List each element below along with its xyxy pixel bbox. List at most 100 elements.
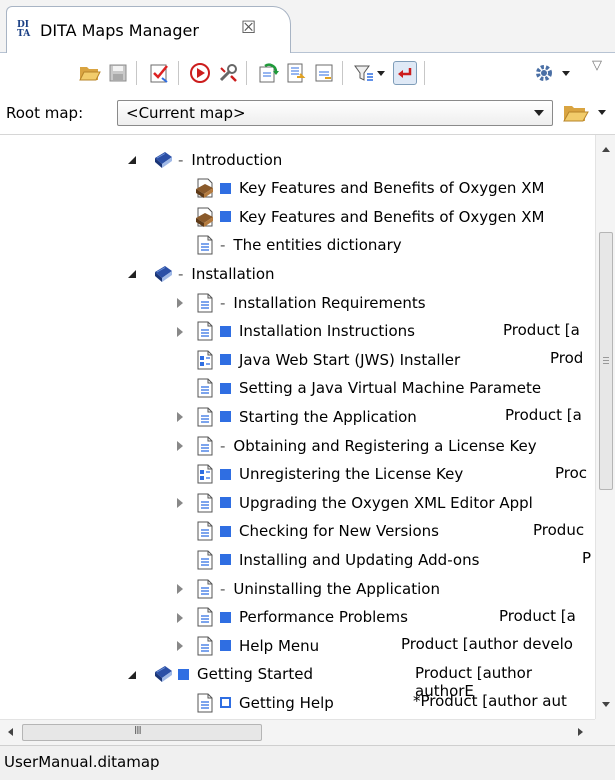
tree-row[interactable]: - Obtaining and Registering a License Key	[194, 431, 537, 460]
tree-row-label: Obtaining and Registering a License Key	[233, 436, 537, 455]
modified-status-icon	[178, 668, 189, 680]
collapse-arrow-icon[interactable]	[128, 269, 138, 279]
filter-icon[interactable]	[352, 61, 376, 85]
dita-maps-manager-view: DI TA DITA Maps Manager ☒ ▽ Root map: <C…	[0, 0, 615, 780]
gear-icon[interactable]	[532, 61, 556, 85]
expand-arrow-icon[interactable]	[176, 326, 186, 337]
tree-row[interactable]: Installation Instructions	[194, 317, 415, 346]
tree-row[interactable]: - Installation	[152, 259, 275, 288]
insert-topicref-icon[interactable]	[312, 61, 336, 85]
root-map-combo[interactable]: <Current map>	[117, 100, 553, 126]
tree-row[interactable]: Performance Problems	[194, 603, 408, 632]
chevron-down-icon[interactable]	[560, 61, 572, 85]
toolbar-separator	[342, 61, 343, 85]
horizontal-scrollbar[interactable]: III	[0, 719, 595, 745]
link-with-editor-icon[interactable]	[393, 61, 417, 85]
open-folder-icon[interactable]	[563, 102, 589, 128]
toolbar-separator	[246, 61, 247, 85]
scroll-right-icon[interactable]	[578, 728, 583, 736]
tree-row[interactable]: Getting Started	[152, 660, 313, 689]
tree-row[interactable]: Getting Help	[194, 688, 334, 717]
vertical-scrollbar[interactable]	[595, 135, 615, 719]
expand-arrow-icon[interactable]	[176, 298, 186, 308]
tree-row[interactable]: Upgrading the Oxygen XML Editor Appl	[194, 488, 533, 517]
tree-row-label: Checking for New Versions	[239, 522, 439, 541]
tree-row-label: Installation	[191, 264, 275, 283]
toolbar: ▽	[0, 53, 615, 93]
transform-run-icon[interactable]	[188, 61, 212, 85]
topic-icon	[194, 578, 216, 600]
no-status-dash: -	[220, 236, 226, 255]
topic-icon	[194, 520, 216, 542]
scroll-down-icon[interactable]	[602, 702, 610, 707]
horizontal-scroll-thumb[interactable]: III	[22, 724, 262, 741]
tree-row-label: Unregistering the License Key	[239, 465, 464, 484]
topic-icon	[194, 377, 216, 399]
tree-row-label: Introduction	[191, 150, 283, 169]
tree-row[interactable]: Java Web Start (JWS) Installer	[194, 345, 460, 374]
modified-status-icon	[220, 325, 231, 337]
tree-row-label: Getting Started	[197, 665, 313, 684]
toolbar-separator	[424, 61, 425, 85]
expand-arrow-icon[interactable]	[176, 441, 186, 451]
refresh-references-icon[interactable]	[256, 61, 280, 85]
expand-arrow-icon[interactable]	[176, 612, 186, 623]
tree-row[interactable]: Starting the Application	[194, 402, 417, 431]
profiling-condition: Product [a	[503, 320, 580, 339]
tree-row[interactable]: Setting a Java Virtual Machine Paramete	[194, 374, 541, 403]
tree-row[interactable]: Help Menu	[194, 631, 319, 660]
topic-icon	[194, 692, 216, 714]
collapse-arrow-icon[interactable]	[128, 670, 138, 680]
save-icon[interactable]	[106, 61, 130, 85]
open-folder-icon[interactable]	[78, 61, 102, 85]
tree-row-label: The entities dictionary	[233, 236, 402, 255]
validate-icon[interactable]	[148, 61, 172, 85]
tree-row[interactable]: Checking for New Versions	[194, 517, 439, 546]
view-menu-icon[interactable]: ▽	[592, 58, 602, 73]
tree-row[interactable]: Installing and Updating Add-ons	[194, 545, 479, 574]
close-icon[interactable]: ☒	[241, 18, 256, 38]
configure-transform-icon[interactable]	[216, 61, 240, 85]
tree-row[interactable]: - Uninstalling the Application	[194, 574, 440, 603]
book-icon	[194, 177, 216, 199]
tab-dita-maps-manager[interactable]: DI TA DITA Maps Manager ☒	[6, 6, 291, 54]
tree-row-label: Getting Help	[239, 693, 334, 712]
tree-row-label: Java Web Start (JWS) Installer	[239, 350, 461, 369]
tree-row[interactable]: - The entities dictionary	[194, 231, 402, 260]
tree-row-label: Upgrading the Oxygen XML Editor Appl	[239, 493, 533, 512]
expand-arrow-icon[interactable]	[176, 641, 186, 652]
modified-status-icon	[220, 382, 231, 394]
vertical-scroll-thumb[interactable]	[599, 232, 613, 490]
chevron-down-icon	[534, 110, 544, 116]
tree-row[interactable]: Key Features and Benefits of Oxygen XM	[194, 174, 544, 203]
profiling-condition: P	[582, 549, 592, 568]
dita-icon: DI TA	[17, 21, 35, 39]
scroll-left-icon[interactable]	[8, 728, 13, 736]
tree-row[interactable]: Key Features and Benefits of Oxygen XM	[194, 202, 544, 231]
profiling-condition: Product [author develo	[401, 635, 573, 654]
root-map-label: Root map:	[6, 104, 84, 122]
topic-icon	[194, 435, 216, 457]
no-status-dash: -	[178, 150, 184, 169]
tree-row[interactable]: - Installation Requirements	[194, 288, 426, 317]
profiling-condition: Prod	[550, 349, 584, 368]
no-status-dash: -	[178, 264, 184, 283]
tab-title: DITA Maps Manager	[40, 21, 199, 40]
dita-icon-text-bottom: TA	[17, 29, 31, 39]
chevron-down-icon[interactable]	[598, 110, 606, 115]
view-tab-bar: DI TA DITA Maps Manager ☒	[0, 0, 615, 54]
dita-map-tree[interactable]: - Introduction Key Features and Benefits o…	[0, 135, 595, 719]
expand-arrow-icon[interactable]	[176, 498, 186, 509]
topic-icon	[194, 292, 216, 314]
task-icon	[194, 349, 216, 371]
tree-row-label: Key Features and Benefits of Oxygen XM	[239, 179, 545, 198]
collapse-arrow-icon[interactable]	[128, 155, 138, 165]
scroll-up-icon[interactable]	[602, 147, 610, 152]
expand-arrow-icon[interactable]	[176, 584, 186, 594]
profiling-condition: Produc	[533, 520, 585, 539]
insert-reference-icon[interactable]	[284, 61, 308, 85]
expand-arrow-icon[interactable]	[176, 412, 186, 423]
tree-row[interactable]: Unregistering the License Key	[194, 460, 463, 489]
tree-row[interactable]: - Introduction	[152, 145, 282, 174]
filter-dropdown-arrow-icon[interactable]	[375, 61, 387, 85]
